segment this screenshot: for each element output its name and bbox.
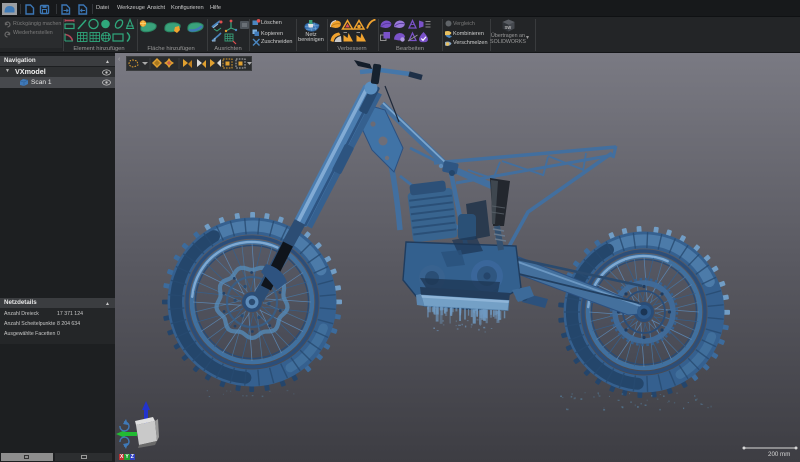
svg-text:SW: SW <box>505 25 512 30</box>
